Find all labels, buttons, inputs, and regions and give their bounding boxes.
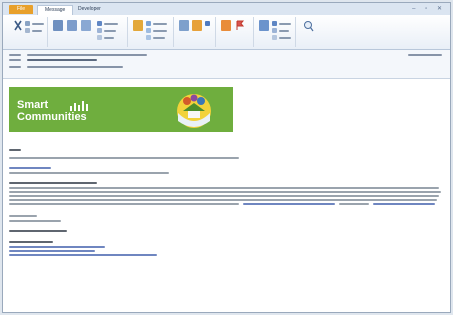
outlook-message-window: File Message Developer – ▫ ✕ Smart Commu… bbox=[2, 2, 451, 313]
categorize-icon[interactable] bbox=[221, 20, 231, 31]
ribbon-group-editing bbox=[255, 17, 296, 47]
ribbon bbox=[3, 15, 450, 50]
tab-developer[interactable]: Developer bbox=[71, 5, 108, 14]
banner-title-line1: Smart bbox=[17, 99, 49, 111]
translate-icon[interactable] bbox=[259, 20, 269, 31]
intro-line bbox=[9, 157, 239, 159]
paragraph-line bbox=[9, 195, 439, 197]
follow-up-flag-icon[interactable] bbox=[235, 20, 245, 31]
paragraph-line bbox=[339, 203, 369, 205]
paragraph-line bbox=[9, 191, 441, 193]
delete-icon[interactable] bbox=[13, 20, 23, 31]
header-to-row bbox=[9, 66, 123, 68]
contact-web-link[interactable] bbox=[9, 250, 95, 252]
message-header bbox=[3, 50, 450, 79]
banner-title-line2: Communities bbox=[17, 111, 87, 123]
header-subject-row bbox=[9, 59, 97, 61]
signature-team bbox=[9, 230, 67, 232]
greeting-line bbox=[9, 149, 21, 151]
contact-social-link[interactable] bbox=[9, 254, 157, 256]
ribbon-group-quick-steps bbox=[129, 17, 174, 47]
tab-file[interactable]: File bbox=[9, 5, 34, 14]
closing-line bbox=[9, 215, 37, 217]
paragraph-heading bbox=[9, 182, 97, 184]
paragraph-link[interactable] bbox=[243, 203, 335, 205]
window-controls[interactable]: – ▫ ✕ bbox=[412, 5, 446, 12]
zoom-icon[interactable] bbox=[303, 20, 314, 32]
contact-heading bbox=[9, 241, 53, 243]
quick-steps-icon[interactable] bbox=[133, 20, 143, 31]
section-line bbox=[9, 172, 169, 174]
message-body: Smart Communities bbox=[3, 79, 450, 312]
ribbon-group-zoom bbox=[297, 17, 321, 47]
ribbon-group-tags bbox=[217, 17, 254, 47]
ribbon-group-delete bbox=[7, 17, 48, 47]
contact-email-link[interactable] bbox=[9, 246, 105, 248]
ribbon-group-move bbox=[175, 17, 216, 47]
reply-icon[interactable] bbox=[53, 20, 63, 31]
smart-communities-banner: Smart Communities bbox=[9, 87, 233, 132]
reply-all-icon[interactable] bbox=[67, 20, 77, 31]
move-icon[interactable] bbox=[179, 20, 189, 31]
header-from-row bbox=[9, 54, 147, 56]
closing-line bbox=[9, 220, 61, 222]
tab-message[interactable]: Message bbox=[37, 5, 74, 15]
paragraph-link[interactable] bbox=[373, 203, 435, 205]
paragraph-line bbox=[9, 199, 437, 201]
bar-chart-logo-icon bbox=[70, 101, 88, 111]
ribbon-group-respond bbox=[49, 17, 128, 47]
community-logo-icon bbox=[177, 94, 211, 128]
rules-icon[interactable] bbox=[192, 20, 202, 31]
paragraph-line bbox=[9, 187, 439, 189]
forward-icon[interactable] bbox=[81, 20, 91, 31]
screen: File Message Developer – ▫ ✕ Smart Commu… bbox=[0, 0, 453, 315]
header-sent-date bbox=[408, 54, 442, 56]
paragraph-line bbox=[9, 203, 239, 205]
section-heading-link[interactable] bbox=[9, 167, 51, 169]
